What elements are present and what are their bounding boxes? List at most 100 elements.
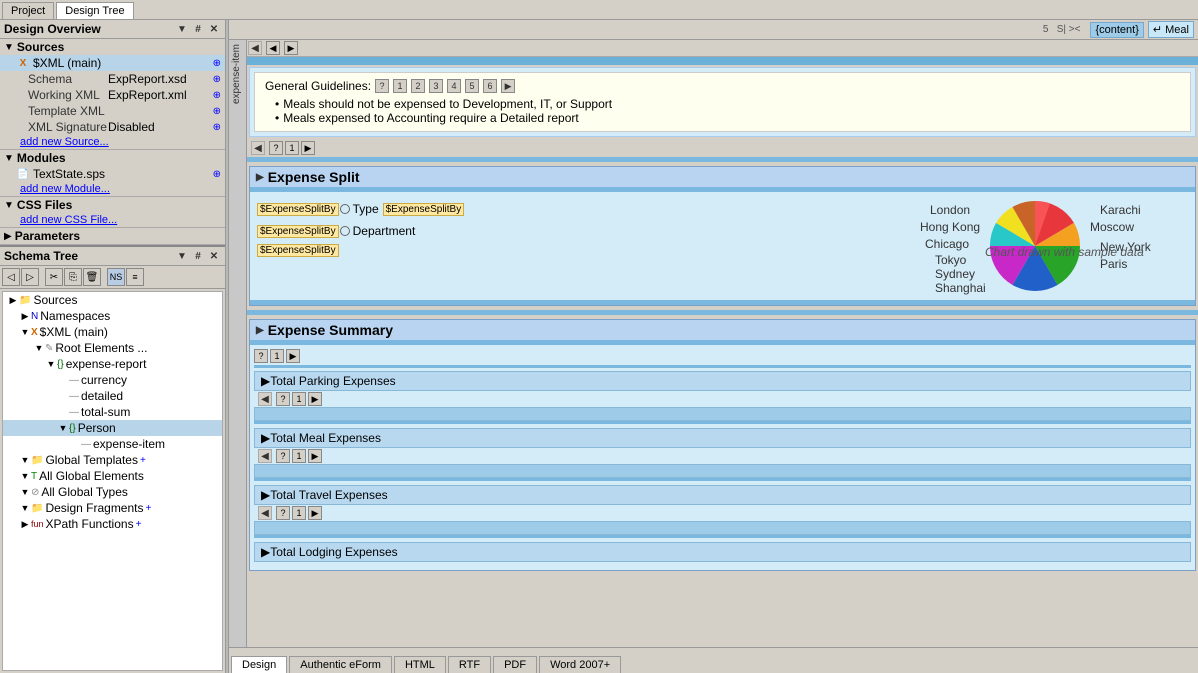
split-field-4[interactable]: $ExpenseSplitBy [257,244,339,257]
meal-label[interactable]: ↵ Meal [1148,21,1194,38]
add-source-link[interactable]: add new Source... [0,135,225,149]
stree-person[interactable]: ▼ {} Person [3,420,222,436]
xml-main-expand[interactable]: ▼ [19,327,31,337]
section-nav-2[interactable]: 1 [285,141,299,155]
parking-collapse[interactable]: ◀ [258,392,272,406]
split-field-1[interactable]: $ExpenseSplitBy [257,203,339,216]
stree-detailed[interactable]: — detailed [3,388,222,404]
schema-tool-delete[interactable]: 🗑 [83,268,101,286]
stree-currency[interactable]: — currency [3,372,222,388]
tab-authentic[interactable]: Authentic eForm [289,656,392,673]
design-tree-tab[interactable]: Design Tree [56,2,133,19]
schema-tool-forward[interactable]: ▷ [21,268,39,286]
schema-pin-icon[interactable]: # [191,249,205,263]
tab-html[interactable]: HTML [394,656,446,673]
add-module-link[interactable]: add new Module... [0,182,225,196]
travel-nav-q[interactable]: ? [276,506,290,520]
num-1[interactable]: 1 [393,79,407,93]
design-frag-plus[interactable]: + [146,503,152,514]
travel-collapse[interactable]: ◀ [258,506,272,520]
nav-prev[interactable]: ◀ [266,41,280,55]
textstate-item[interactable]: 📄 TextState.sps ⊕ [0,166,225,182]
meal-collapse[interactable]: ◀ [258,449,272,463]
meal-nav-q[interactable]: ? [276,449,290,463]
all-types-expand[interactable]: ▼ [19,487,31,497]
schema-close-icon[interactable]: ✕ [207,249,221,263]
css-header[interactable]: ▼ CSS Files [0,197,225,213]
num-4[interactable]: 4 [447,79,461,93]
summary-nav-arr[interactable]: ▶ [286,349,300,363]
split-field-3[interactable]: $ExpenseSplitBy [257,225,339,238]
split-field-2[interactable]: $ExpenseSplitBy [383,203,465,216]
dept-radio[interactable] [340,226,350,236]
stree-xml-main[interactable]: ▼ X $XML (main) [3,324,222,340]
stree-all-global-types[interactable]: ▼ ⊘ All Global Types [3,484,222,500]
person-expand[interactable]: ▼ [57,423,69,433]
close-icon[interactable]: ✕ [207,22,221,36]
working-xml-plus-icon[interactable]: ⊕ [213,90,221,101]
ns-expand[interactable]: ▶ [19,311,31,322]
all-global-expand[interactable]: ▼ [19,471,31,481]
project-tab[interactable]: Project [2,2,54,19]
signature-plus-icon[interactable]: ⊕ [213,122,221,133]
stree-root-elements[interactable]: ▼ ✎ Root Elements ... [3,340,222,356]
add-css-link[interactable]: add new CSS File... [0,213,225,227]
collapse-icon[interactable]: ▼ [175,22,189,36]
section-collapse[interactable]: ◀ [251,141,265,155]
num-arrow[interactable]: ▶ [501,79,515,93]
tab-word[interactable]: Word 2007+ [539,656,621,673]
parking-nav-q[interactable]: ? [276,392,290,406]
sources-header[interactable]: ▼ Sources [0,39,225,55]
stree-global-templates[interactable]: ▼ 📁 Global Templates + [3,452,222,468]
travel-nav-1[interactable]: 1 [292,506,306,520]
stree-total-sum[interactable]: — total-sum [3,404,222,420]
schema-tool-back[interactable]: ◁ [2,268,20,286]
meal-nav-arr[interactable]: ▶ [308,449,322,463]
global-tmpl-plus[interactable]: + [140,455,146,466]
sources-tree-expand[interactable]: ▶ [7,295,19,306]
stree-all-global-elements[interactable]: ▼ T All Global Elements [3,468,222,484]
type-radio[interactable] [340,204,350,214]
num-q[interactable]: ? [375,79,389,93]
parking-nav-arr[interactable]: ▶ [308,392,322,406]
nav-next[interactable]: ▶ [284,41,298,55]
xpath-expand[interactable]: ▶ [19,519,31,530]
content-label[interactable]: {content} [1090,22,1143,38]
num-2[interactable]: 2 [411,79,425,93]
vtab-expense-item[interactable]: expense-item [229,40,246,108]
travel-nav-arr[interactable]: ▶ [308,506,322,520]
expense-report-expand[interactable]: ▼ [45,359,57,369]
section-nav-1[interactable]: ? [269,141,283,155]
num-6[interactable]: 6 [483,79,497,93]
root-expand[interactable]: ▼ [33,343,45,353]
textstate-plus-icon[interactable]: ⊕ [213,169,221,180]
parking-nav-1[interactable]: 1 [292,392,306,406]
tab-pdf[interactable]: PDF [493,656,537,673]
meal-nav-1[interactable]: 1 [292,449,306,463]
schema-plus-icon[interactable]: ⊕ [213,74,221,85]
schema-tool-ns[interactable]: NS [107,268,125,286]
global-tmpl-expand[interactable]: ▼ [19,455,31,465]
stree-expense-report[interactable]: ▼ {} expense-report [3,356,222,372]
num-3[interactable]: 3 [429,79,443,93]
schema-tool-cut[interactable]: ✂ [45,268,63,286]
pin-icon[interactable]: # [191,22,205,36]
parameters-header[interactable]: ▶ Parameters [0,228,225,244]
stree-design-fragments[interactable]: ▼ 📁 Design Fragments + [3,500,222,516]
xml-main-item[interactable]: X $XML (main) ⊕ [0,55,225,71]
modules-header[interactable]: ▼ Modules [0,150,225,166]
stree-sources[interactable]: ▶ 📁 Sources [3,292,222,308]
template-xml-plus-icon[interactable]: ⊕ [213,106,221,117]
stree-expense-item[interactable]: — expense-item [3,436,222,452]
schema-tool-copy[interactable]: ⎘ [64,268,82,286]
num-5[interactable]: 5 [465,79,479,93]
xpath-plus[interactable]: + [136,519,142,530]
tab-rtf[interactable]: RTF [448,656,491,673]
stree-namespaces[interactable]: ▶ N Namespaces [3,308,222,324]
xml-main-plus-icon[interactable]: ⊕ [213,58,221,69]
section-nav-arr[interactable]: ▶ [301,141,315,155]
summary-nav-1[interactable]: 1 [270,349,284,363]
nav-collapse-btn[interactable]: ◀ [248,41,262,55]
design-frag-expand[interactable]: ▼ [19,503,31,513]
schema-collapse-icon[interactable]: ▼ [175,249,189,263]
